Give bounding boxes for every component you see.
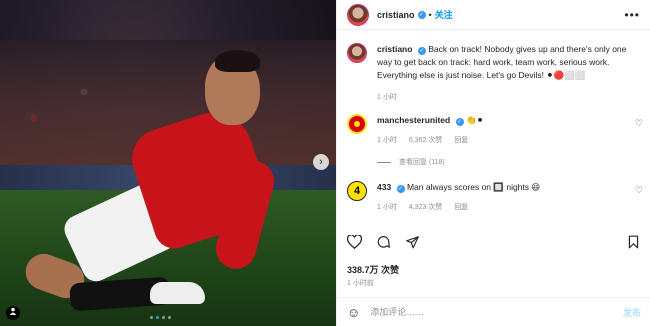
commenter-avatar[interactable] <box>347 114 367 134</box>
verified-badge-icon: ✓ <box>417 10 426 19</box>
smiley-icon[interactable]: ☺ <box>347 305 360 320</box>
heart-icon[interactable]: ♡ <box>635 118 643 129</box>
separator-dot: • <box>428 9 432 20</box>
post-header: cristiano ✓ • 关注 ••• <box>337 0 650 30</box>
caption-item: cristiano ✓ Back on track! Nobody gives … <box>347 43 643 104</box>
author-avatar[interactable] <box>347 43 367 63</box>
post-time: 1 小时前 <box>347 280 374 287</box>
comment-time: 1 小时 <box>377 204 397 211</box>
carousel-dot <box>150 316 153 319</box>
heart-icon[interactable]: ♡ <box>635 185 643 196</box>
comment-likes[interactable]: 4,323 次赞 <box>409 201 442 214</box>
paper-plane-icon[interactable] <box>405 235 420 252</box>
user-tag-icon[interactable] <box>6 306 20 320</box>
divider-line <box>377 161 391 163</box>
comments-list: cristiano ✓ Back on track! Nobody gives … <box>337 31 650 230</box>
carousel-dot <box>162 316 165 319</box>
comment-input[interactable] <box>370 307 623 317</box>
reply-button[interactable]: 回复 <box>454 201 468 214</box>
follow-button[interactable]: 关注 <box>435 8 453 21</box>
comment-username[interactable]: 433 <box>377 182 391 192</box>
caption-username[interactable]: cristiano <box>377 44 412 54</box>
author-avatar[interactable] <box>347 3 369 26</box>
heart-icon[interactable] <box>346 233 363 252</box>
verified-badge-icon: ✓ <box>396 185 405 193</box>
more-options-icon[interactable]: ••• <box>624 8 640 22</box>
post-photo[interactable]: › <box>0 0 336 326</box>
chevron-right-icon[interactable]: › <box>313 154 329 170</box>
comment-text: 👏⚫ <box>465 115 484 125</box>
author-username[interactable]: cristiano <box>377 10 415 20</box>
carousel-dot-active <box>156 316 159 319</box>
action-bar <box>346 232 640 254</box>
bookmark-icon[interactable] <box>627 235 640 252</box>
carousel-dot <box>168 316 171 319</box>
caption-time: 1 小时 <box>377 94 397 101</box>
post-button[interactable]: 发布 <box>623 306 641 319</box>
verified-badge-icon: ✓ <box>417 47 426 55</box>
comment-text: Man always scores on 🔲 nights 😆 <box>406 182 541 192</box>
comment-composer: ☺ 发布 <box>337 297 650 326</box>
comment-icon[interactable] <box>376 235 391 252</box>
comment-item: 4 433 ✓ Man always scores on 🔲 nights 😆 … <box>347 181 643 214</box>
view-replies-label[interactable]: 查看回复 (118) <box>399 157 445 167</box>
player-boot <box>150 282 205 304</box>
post-detail-panel: cristiano ✓ • 关注 ••• cristiano ✓ Back on… <box>336 0 650 326</box>
comment-likes[interactable]: 6,362 次赞 <box>409 134 442 147</box>
comment-time: 1 小时 <box>377 137 397 144</box>
verified-badge-icon: ✓ <box>455 118 464 126</box>
comment-username[interactable]: manchesterunited <box>377 115 450 125</box>
comment-item: manchesterunited ✓ 👏⚫ 1 小时 6,362 次赞 回复 ♡ <box>347 114 643 147</box>
caption-text: Back on track! Nobody gives up and there… <box>377 44 627 80</box>
likes-count[interactable]: 338.7万 次赞 <box>347 263 399 276</box>
view-replies-button[interactable]: 查看回复 (118) <box>377 157 445 167</box>
reply-button[interactable]: 回复 <box>454 134 468 147</box>
commenter-avatar[interactable]: 4 <box>347 181 367 201</box>
carousel-dots <box>150 316 171 319</box>
player-hair <box>215 50 260 72</box>
